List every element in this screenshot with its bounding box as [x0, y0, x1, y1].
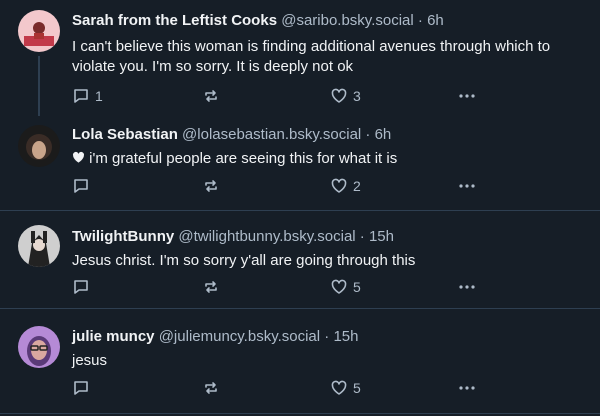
avatar-twilightbunny[interactable]: [18, 225, 60, 267]
post-header: TwilightBunny @twilightbunny.bsky.social…: [72, 228, 394, 246]
timestamp[interactable]: 15h: [333, 328, 358, 345]
separator: ·: [355, 228, 369, 245]
heart-outline-icon: [331, 178, 347, 193]
timestamp[interactable]: 6h: [427, 12, 444, 29]
repost-button[interactable]: [202, 86, 220, 106]
repost-arrows-icon: [205, 281, 217, 293]
more-options-button[interactable]: [458, 86, 476, 106]
action-bar: 2: [72, 176, 492, 196]
post-twilightbunny[interactable]: TwilightBunny @twilightbunny.bsky.social…: [0, 211, 600, 308]
speech-bubble-icon: [74, 179, 88, 193]
speech-bubble-icon: [74, 381, 88, 395]
avatar-sarah[interactable]: [18, 10, 60, 52]
author-name[interactable]: julie muncy: [72, 328, 155, 345]
repost-button[interactable]: [202, 176, 220, 196]
heart-filled-icon: [73, 151, 84, 163]
reply-button[interactable]: [72, 176, 95, 196]
like-count: 3: [353, 88, 361, 104]
more-options-button[interactable]: [458, 378, 476, 398]
more-options-button[interactable]: [458, 277, 476, 297]
action-bar: 1 3: [72, 86, 492, 106]
post-header: julie muncy @juliemuncy.bsky.social · 15…: [72, 328, 358, 346]
reply-button[interactable]: [72, 378, 95, 398]
separator: ·: [413, 12, 428, 29]
like-button[interactable]: 5: [330, 378, 361, 398]
like-button[interactable]: 3: [330, 86, 361, 106]
like-button[interactable]: 5: [330, 277, 361, 297]
ellipsis-icon: [459, 386, 475, 390]
separator: ·: [320, 328, 334, 345]
reply-button[interactable]: [72, 277, 95, 297]
action-bar: 5: [72, 378, 492, 398]
like-count: 2: [353, 178, 361, 194]
timestamp[interactable]: 15h: [369, 228, 394, 245]
repost-arrows-icon: [205, 180, 217, 192]
thread-line: [38, 56, 40, 116]
ellipsis-icon: [459, 184, 475, 188]
post-text: jesus: [72, 352, 108, 369]
post-lola[interactable]: Lola Sebastian @lolasebastian.bsky.socia…: [0, 112, 600, 210]
post-divider: [0, 413, 600, 414]
author-handle[interactable]: @saribo.bsky.social: [281, 12, 414, 29]
ellipsis-icon: [459, 285, 475, 289]
speech-bubble-icon: [74, 89, 88, 103]
like-count: 5: [353, 380, 361, 396]
post-text: I can't believe this woman is finding ad…: [72, 38, 551, 75]
like-count: 5: [353, 279, 361, 295]
author-name[interactable]: Lola Sebastian: [72, 126, 178, 143]
author-name[interactable]: Sarah from the Leftist Cooks: [72, 12, 277, 29]
more-options-button[interactable]: [458, 176, 476, 196]
author-name[interactable]: TwilightBunny: [72, 228, 174, 245]
separator: ·: [361, 126, 375, 143]
author-handle[interactable]: @juliemuncy.bsky.social: [159, 328, 320, 345]
post-text: i'm grateful people are seeing this for …: [72, 149, 582, 169]
avatar-lola[interactable]: [18, 125, 60, 167]
ellipsis-icon: [459, 94, 475, 98]
repost-button[interactable]: [202, 378, 220, 398]
avatar-julie[interactable]: [18, 326, 60, 368]
post-julie[interactable]: julie muncy @juliemuncy.bsky.social · 15…: [0, 309, 600, 416]
speech-bubble-icon: [74, 280, 88, 294]
heart-outline-icon: [331, 88, 347, 103]
repost-button[interactable]: [202, 277, 220, 297]
reply-button[interactable]: 1: [72, 86, 103, 106]
post-text-content: i'm grateful people are seeing this for …: [89, 150, 398, 167]
post-header: Lola Sebastian @lolasebastian.bsky.socia…: [72, 126, 391, 144]
repost-arrows-icon: [205, 382, 217, 394]
like-button[interactable]: 2: [330, 176, 361, 196]
heart-outline-icon: [331, 380, 347, 395]
post-header: Sarah from the Leftist Cooks @saribo.bsk…: [72, 12, 444, 30]
author-handle[interactable]: @twilightbunny.bsky.social: [178, 228, 355, 245]
author-handle[interactable]: @lolasebastian.bsky.social: [182, 126, 361, 143]
heart-outline-icon: [331, 279, 347, 294]
post-sarah[interactable]: Sarah from the Leftist Cooks @saribo.bsk…: [0, 0, 600, 116]
repost-arrows-icon: [205, 90, 217, 102]
reply-count: 1: [95, 88, 103, 104]
timestamp[interactable]: 6h: [375, 126, 392, 143]
post-text: Jesus christ. I'm so sorry y'all are goi…: [72, 252, 416, 269]
action-bar: 5: [72, 277, 492, 297]
